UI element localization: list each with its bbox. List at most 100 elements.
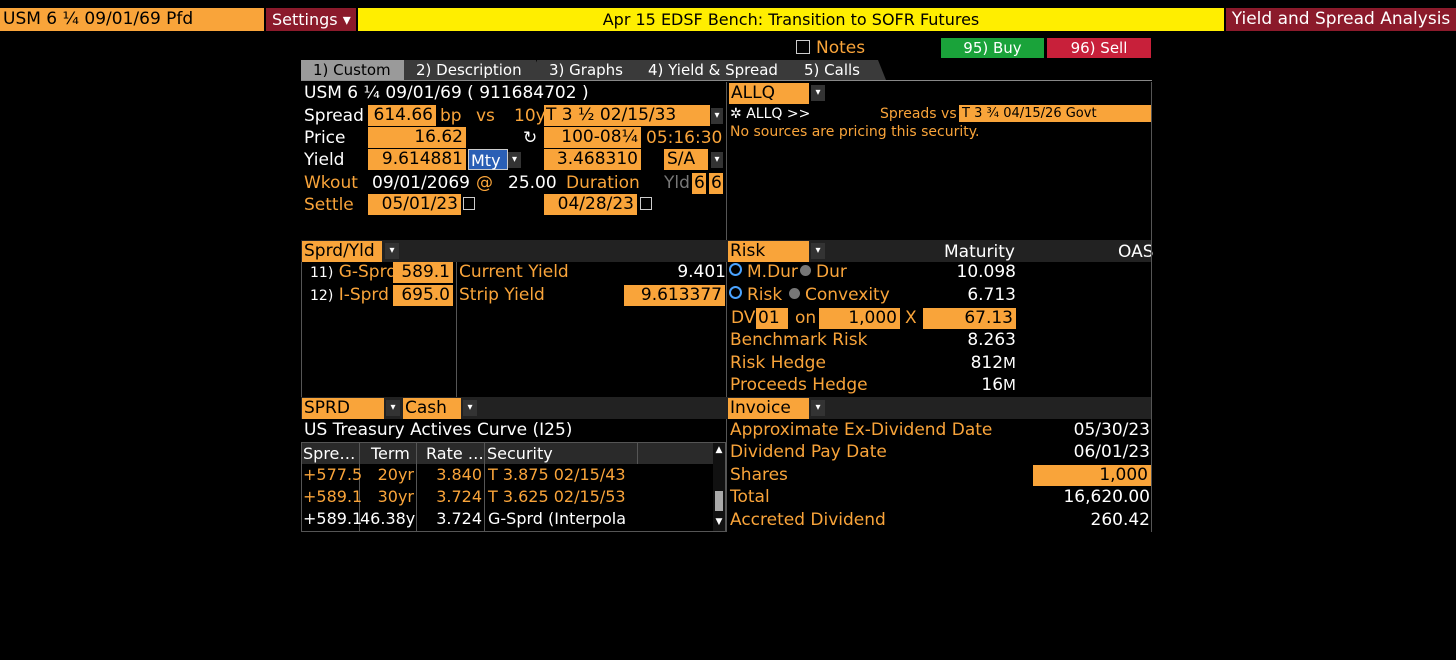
dv-amount-input[interactable]: 1,000: [819, 308, 900, 329]
current-yield-value: 9.401: [677, 262, 726, 282]
tab-yield-spread[interactable]: 4) Yield & Spread: [636, 60, 802, 80]
risk-hedge-label: Risk Hedge: [730, 353, 826, 373]
scroll-up-icon[interactable]: ▲: [713, 445, 725, 455]
shares-input[interactable]: 1,000: [1033, 465, 1151, 486]
vs-label: vs: [476, 106, 495, 126]
sprd-select[interactable]: SPRD: [302, 398, 384, 419]
row-spread: +577.5: [303, 465, 363, 484]
risk-dropdown[interactable]: ▾: [811, 243, 825, 259]
security-header: USM 6 ¼ 09/01/69 ( 911684702 ): [304, 83, 589, 103]
notes-button[interactable]: Notes: [796, 37, 865, 59]
news-ticker[interactable]: Apr 15 EDSF Bench: Transition to SOFR Fu…: [358, 8, 1224, 31]
benchmark-price[interactable]: 100-08¼: [544, 127, 641, 148]
row-security: T 3.625 02/15/53: [488, 487, 626, 506]
spread-unit: bp: [440, 106, 462, 126]
yield-type-dropdown[interactable]: ▾: [508, 152, 521, 168]
frequency-dropdown[interactable]: ▾: [711, 152, 723, 168]
price-input[interactable]: 16.62: [368, 127, 466, 148]
notes-icon: [796, 40, 810, 54]
exdiv-label: Approximate Ex-Dividend Date: [730, 420, 993, 440]
g-sprd-text: G-Sprd: [338, 262, 398, 282]
benchmark-dropdown[interactable]: ▾: [711, 108, 723, 124]
risk-select[interactable]: Risk: [728, 241, 809, 262]
scroll-thumb[interactable]: [715, 491, 723, 511]
tab-custom[interactable]: 1) Custom: [301, 60, 413, 80]
column-rate[interactable]: Rate …: [426, 443, 484, 464]
row-term: 46.38y: [360, 509, 416, 528]
dur-radio[interactable]: Dur: [800, 261, 847, 283]
oas-column: OAS: [1118, 242, 1154, 262]
row-spread: +589.1: [303, 487, 363, 506]
tab-graphs[interactable]: 3) Graphs: [537, 60, 647, 80]
frequency-select[interactable]: S/A: [664, 149, 708, 170]
source-dropdown[interactable]: ▾: [811, 85, 825, 101]
radio-selected-icon: [729, 263, 742, 276]
sprd-dropdown[interactable]: ▾: [386, 400, 400, 416]
row-number: 11): [310, 265, 334, 281]
security-ticker[interactable]: USM 6 ¼ 09/01/69 Pfd: [0, 8, 264, 31]
mdur-value: 10.098: [956, 262, 1016, 282]
settings-menu[interactable]: Settings ▾: [266, 8, 356, 31]
source-message: No sources are pricing this security.: [730, 124, 980, 140]
calendar-icon[interactable]: [640, 197, 652, 210]
cash-select[interactable]: Cash: [403, 398, 461, 419]
refresh-icon[interactable]: ↻: [523, 127, 537, 149]
column-term[interactable]: Term: [371, 443, 410, 464]
sprd-yld-dropdown[interactable]: ▾: [385, 243, 399, 259]
buy-button[interactable]: 95) Buy: [941, 38, 1044, 58]
spreads-vs-input[interactable]: T 3 ¾ 04/15/26 Govt: [959, 105, 1151, 122]
accreted-dividend-value: 260.42: [1090, 510, 1150, 530]
source-select[interactable]: ALLQ: [729, 83, 809, 104]
invoice-dropdown[interactable]: ▾: [811, 400, 825, 416]
sprd-yld-select[interactable]: Sprd/Yld: [302, 241, 382, 262]
tab-description[interactable]: 2) Description: [404, 60, 544, 80]
allq-link[interactable]: ✲ ALLQ >>: [730, 105, 810, 123]
risk-radio[interactable]: Risk: [729, 284, 782, 306]
g-sprd-value[interactable]: 589.1: [393, 262, 453, 283]
scroll-down-icon[interactable]: ▼: [713, 517, 725, 527]
column-divider: [637, 443, 638, 464]
workout-price: 25.00: [508, 173, 557, 193]
risk-value: 6.713: [967, 285, 1016, 305]
proceeds-hedge-value: 16M: [916, 374, 1016, 396]
invoice-select[interactable]: Invoice: [728, 398, 809, 419]
yield-input[interactable]: 9.614881: [368, 149, 466, 170]
mdur-label: M.Dur: [747, 262, 798, 282]
benchmark-yield[interactable]: 3.468310: [544, 149, 641, 170]
allq-label: ALLQ >>: [746, 106, 811, 122]
benchmark-settle[interactable]: 04/28/23: [544, 194, 637, 215]
benchmark-term: 10y: [514, 106, 546, 126]
sell-button[interactable]: 96) Sell: [1047, 38, 1151, 58]
scrollbar[interactable]: ▲ ▼: [713, 443, 725, 531]
panel-divider: [301, 262, 302, 397]
cash-dropdown[interactable]: ▾: [463, 400, 477, 416]
row-number: 12): [310, 288, 334, 304]
settle-input[interactable]: 05/01/23: [368, 194, 461, 215]
yield-label: Yield: [304, 150, 345, 170]
column-divider: [484, 443, 485, 531]
row-term: 30yr: [377, 487, 414, 506]
workout-date: 09/01/2069: [372, 173, 470, 193]
convexity-radio[interactable]: Convexity: [789, 284, 890, 306]
current-yield-label: Current Yield: [459, 262, 569, 282]
yld-a[interactable]: 6: [692, 173, 706, 194]
i-sprd-value[interactable]: 695.0: [393, 285, 453, 306]
mdur-radio[interactable]: M.Dur: [729, 261, 798, 283]
spreads-vs-label: Spreads vs: [880, 106, 957, 122]
strip-yield-value[interactable]: 9.613377: [624, 285, 725, 306]
yld-b[interactable]: 6: [709, 173, 723, 194]
dur-label: Dur: [816, 262, 847, 282]
dv-num-input[interactable]: 01: [756, 308, 788, 329]
benchmark-input[interactable]: T 3 ½ 02/15/33: [544, 105, 710, 126]
i-sprd-label[interactable]: 12) I-Sprd: [310, 284, 389, 307]
g-sprd-label[interactable]: 11) G-Sprd: [310, 261, 397, 284]
duration-label: Duration: [566, 173, 640, 193]
yield-type-select[interactable]: Mty: [468, 149, 508, 170]
calendar-icon[interactable]: [463, 197, 475, 210]
column-spread[interactable]: Spre…: [303, 443, 355, 464]
spread-input[interactable]: 614.66: [368, 105, 436, 126]
row-rate: 3.724: [436, 487, 482, 506]
column-security[interactable]: Security: [487, 443, 553, 464]
on-label: on: [795, 308, 817, 328]
tab-calls[interactable]: 5) Calls: [792, 60, 886, 80]
